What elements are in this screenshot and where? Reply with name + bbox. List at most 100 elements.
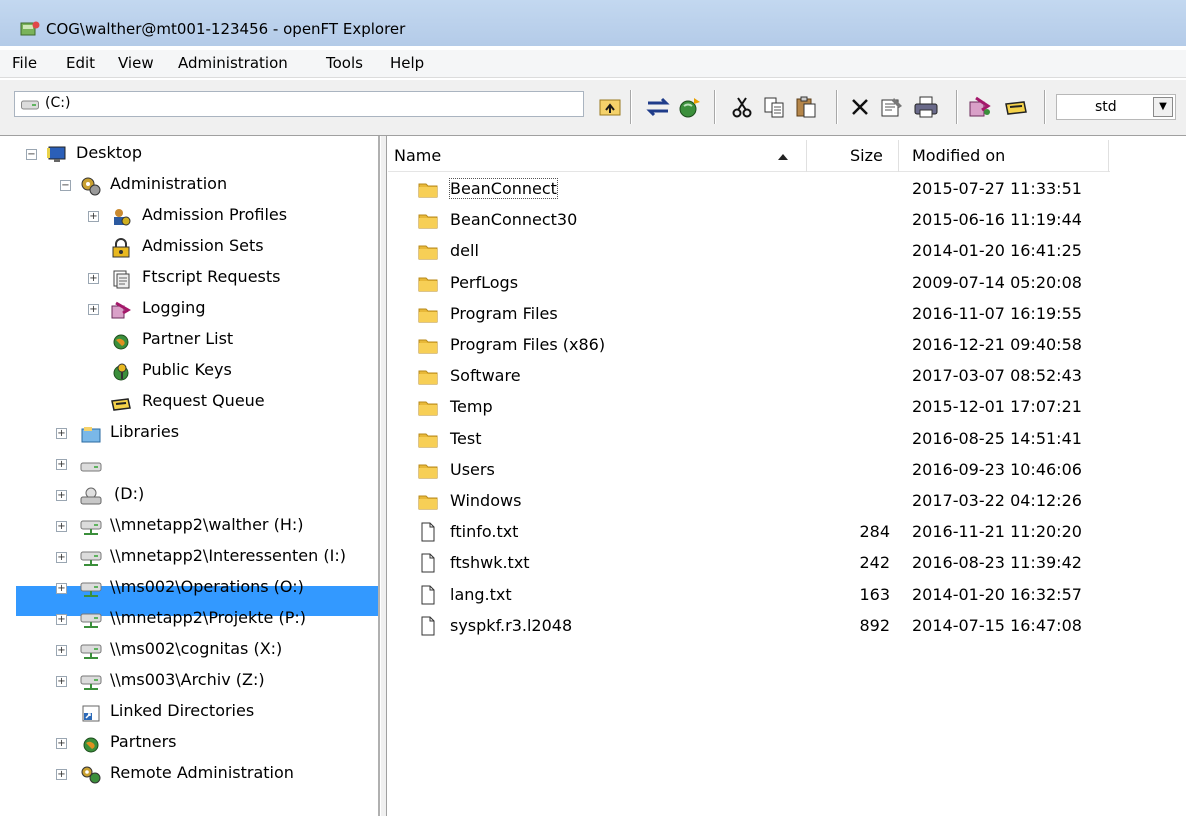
tree-node-label: Partner List <box>142 329 234 348</box>
column-header-size[interactable]: Size <box>850 146 883 165</box>
expand-icon[interactable]: + <box>88 304 99 315</box>
expand-icon[interactable]: + <box>56 428 67 439</box>
remote-admin-icon <box>81 766 101 784</box>
column-divider[interactable] <box>806 140 807 172</box>
tree-node-logging[interactable]: + Logging <box>0 297 380 325</box>
file-row[interactable]: ftshwk.txt 242 2016-08-23 11:39:42 <box>388 548 1110 579</box>
expand-icon[interactable]: + <box>56 614 67 625</box>
expand-icon[interactable]: + <box>56 459 67 470</box>
file-row[interactable]: Test 2016-08-25 14:51:41 <box>388 424 1110 455</box>
tree-node-label: Logging <box>142 298 206 317</box>
column-divider[interactable] <box>1108 140 1109 172</box>
tree-node-libraries[interactable]: + Libraries <box>0 421 380 449</box>
desktop-icon <box>47 146 66 162</box>
menu-help[interactable]: Help <box>390 54 424 72</box>
menu-tools[interactable]: Tools <box>326 54 363 72</box>
paste-icon[interactable] <box>792 94 820 120</box>
tree-node-drive-h[interactable]: + \\mnetapp2\walther (H:) <box>0 514 380 542</box>
navigation-tree[interactable]: − Desktop − Administration + Admission P… <box>0 136 380 816</box>
menu-file[interactable]: File <box>12 54 37 72</box>
request-queue-icon[interactable] <box>1002 94 1030 120</box>
tree-node-admission-profiles[interactable]: + Admission Profiles <box>0 204 380 232</box>
file-row[interactable]: PerfLogs 2009-07-14 05:20:08 <box>388 268 1110 299</box>
folder-icon <box>418 397 438 417</box>
collapse-icon[interactable]: − <box>60 180 71 191</box>
file-row[interactable]: dell 2014-01-20 16:41:25 <box>388 236 1110 267</box>
file-row[interactable]: Temp 2015-12-01 17:07:21 <box>388 392 1110 423</box>
file-row[interactable]: syspkf.r3.l2048 892 2014-07-15 16:47:08 <box>388 611 1110 642</box>
file-list[interactable]: Name Size Modified on BeanConnect 2015-07… <box>388 136 1186 816</box>
expand-icon[interactable]: + <box>56 583 67 594</box>
column-divider[interactable] <box>898 140 899 172</box>
tree-node-drive-x[interactable]: + \\ms002\cognitas (X:) <box>0 638 380 666</box>
file-row[interactable]: Program Files (x86) 2016-12-21 09:40:58 <box>388 330 1110 361</box>
file-row[interactable]: Users 2016-09-23 10:46:06 <box>388 455 1110 486</box>
tree-node-partner-list[interactable]: Partner List <box>0 328 380 356</box>
tree-node-drive-i[interactable]: + \\mnetapp2\Interessenten (I:) <box>0 545 380 573</box>
tree-node-label: Desktop <box>76 143 142 162</box>
menu-administration[interactable]: Administration <box>178 54 288 72</box>
tree-node-admission-sets[interactable]: Admission Sets <box>0 235 380 263</box>
expand-icon[interactable]: + <box>56 676 67 687</box>
file-row[interactable]: lang.txt 163 2014-01-20 16:32:57 <box>388 580 1110 611</box>
menu-view[interactable]: View <box>118 54 154 72</box>
menu-edit[interactable]: Edit <box>66 54 95 72</box>
expand-icon[interactable]: + <box>56 769 67 780</box>
address-bar[interactable]: (C:) <box>14 91 584 117</box>
keys-icon <box>113 363 129 381</box>
column-header-name[interactable]: Name <box>394 146 441 165</box>
pane-splitter[interactable] <box>381 136 387 816</box>
chevron-down-icon[interactable]: ▼ <box>1153 97 1173 117</box>
expand-icon[interactable]: + <box>56 521 67 532</box>
drive-icon <box>80 462 102 472</box>
tree-node-label: Partners <box>110 732 177 751</box>
file-modified: 2009-07-14 05:20:08 <box>912 272 1082 292</box>
tree-node-remote-administration[interactable]: + Remote Administration <box>0 762 380 790</box>
column-header-modified[interactable]: Modified on <box>912 146 1005 165</box>
tree-node-drive-z[interactable]: + \\ms003\Archiv (Z:) <box>0 669 380 697</box>
file-name: Program Files (x86) <box>450 335 606 354</box>
sync-icon[interactable] <box>676 94 704 120</box>
up-folder-icon[interactable] <box>596 94 624 120</box>
expand-icon[interactable]: + <box>88 273 99 284</box>
tree-node-drive-c[interactable]: + (C:) <box>0 452 380 480</box>
file-row[interactable]: ftinfo.txt 284 2016-11-21 11:20:20 <box>388 517 1110 548</box>
collapse-icon[interactable]: − <box>26 149 37 160</box>
file-row[interactable]: Software 2017-03-07 08:52:43 <box>388 361 1110 392</box>
tree-node-drive-d[interactable]: + (D:) <box>0 483 380 511</box>
tree-node-label: Ftscript Requests <box>142 267 281 286</box>
tree-node-administration[interactable]: − Administration <box>0 173 380 201</box>
expand-icon[interactable]: + <box>56 645 67 656</box>
tree-node-linked-directories[interactable]: Linked Directories <box>0 700 380 728</box>
tree-node-request-queue[interactable]: Request Queue <box>0 390 380 418</box>
logging-icon[interactable] <box>966 94 994 120</box>
globe-icon <box>83 737 99 753</box>
tree-node-drive-p[interactable]: + \\mnetapp2\Projekte (P:) <box>0 607 380 635</box>
file-row[interactable]: Program Files 2016-11-07 16:19:55 <box>388 299 1110 330</box>
tree-node-drive-o[interactable]: + \\ms002\Operations (O:) <box>0 576 380 604</box>
copy-icon[interactable] <box>760 94 788 120</box>
cut-icon[interactable] <box>728 94 756 120</box>
expand-icon[interactable]: + <box>56 552 67 563</box>
tree-node-ftscript-requests[interactable]: + Ftscript Requests <box>0 266 380 294</box>
profile-select[interactable]: std ▼ <box>1056 94 1176 120</box>
network-drive-icon <box>80 582 102 597</box>
tree-node-partners[interactable]: + Partners <box>0 731 380 759</box>
print-icon[interactable] <box>912 94 940 120</box>
delete-icon[interactable] <box>846 94 874 120</box>
file-row[interactable]: Windows 2017-03-22 04:12:26 <box>388 486 1110 517</box>
file-row[interactable]: BeanConnect30 2015-06-16 11:19:44 <box>388 205 1110 236</box>
toolbar-separator <box>714 90 716 124</box>
openft-app-icon <box>20 21 40 36</box>
expand-icon[interactable]: + <box>56 490 67 501</box>
expand-icon[interactable]: + <box>88 211 99 222</box>
properties-icon[interactable] <box>878 94 906 120</box>
file-name: syspkf.r3.l2048 <box>450 615 573 635</box>
drive-icon <box>21 100 39 110</box>
file-row[interactable]: BeanConnect 2015-07-27 11:33:51 <box>388 174 1110 205</box>
transfer-icon[interactable] <box>644 94 672 120</box>
tree-node-desktop[interactable]: − Desktop <box>0 142 380 170</box>
profile-select-value: std <box>1095 99 1117 115</box>
tree-node-public-keys[interactable]: Public Keys <box>0 359 380 387</box>
expand-icon[interactable]: + <box>56 738 67 749</box>
